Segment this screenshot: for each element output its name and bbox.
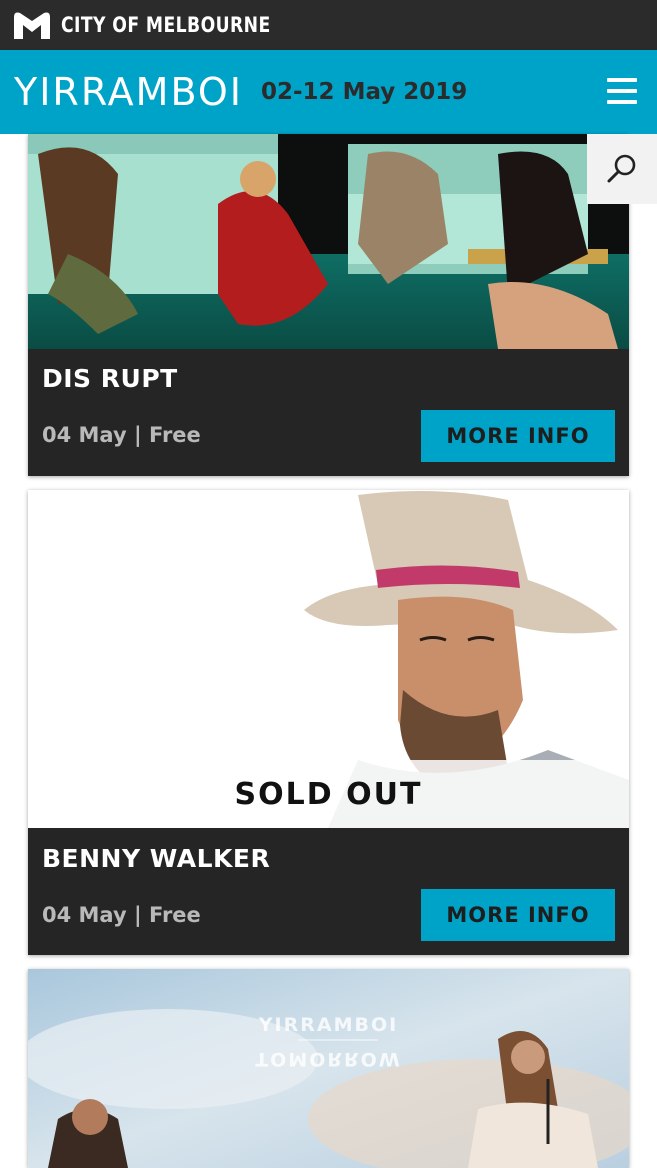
event-title[interactable]: BENNY WALKER <box>42 844 270 873</box>
hamburger-icon-line <box>607 89 637 93</box>
city-of-melbourne-m-icon[interactable] <box>14 11 50 39</box>
event-meta: 04 May | Free <box>42 903 201 927</box>
festival-header: YIRRAMBOI 02-12 May 2019 <box>0 50 657 134</box>
event-photo <box>28 134 629 349</box>
hamburger-icon-line <box>607 78 637 82</box>
event-meta: 04 May | Free <box>42 423 201 447</box>
org-name[interactable]: CITY OF MELBOURNE <box>61 13 271 37</box>
image-caption-bottom: TOMORROW <box>255 1048 402 1070</box>
menu-button[interactable] <box>607 78 637 104</box>
festival-dates: 02-12 May 2019 <box>261 79 468 105</box>
more-info-button[interactable]: MORE INFO <box>421 889 615 941</box>
image-caption-top: YIRRAMBOI <box>258 1014 399 1036</box>
festival-logo[interactable]: YIRRAMBOI <box>14 70 243 114</box>
more-info-button[interactable]: MORE INFO <box>421 410 615 462</box>
event-image[interactable]: SOLD OUT <box>28 490 629 828</box>
event-card: SOLD OUT BENNY WALKER 04 May | Free MORE… <box>28 490 629 955</box>
search-button[interactable] <box>587 134 657 204</box>
event-image[interactable] <box>28 134 629 349</box>
sold-out-banner: SOLD OUT <box>28 760 629 828</box>
event-card: DIS RUPT 04 May | Free MORE INFO <box>28 134 629 476</box>
search-icon <box>607 154 636 183</box>
hamburger-icon-line <box>607 100 637 104</box>
event-card: YIRRAMBOI TOMORROW <box>28 969 629 1168</box>
event-title[interactable]: DIS RUPT <box>42 364 178 393</box>
event-image[interactable]: YIRRAMBOI TOMORROW <box>28 969 629 1168</box>
city-of-melbourne-bar: CITY OF MELBOURNE <box>0 0 657 50</box>
